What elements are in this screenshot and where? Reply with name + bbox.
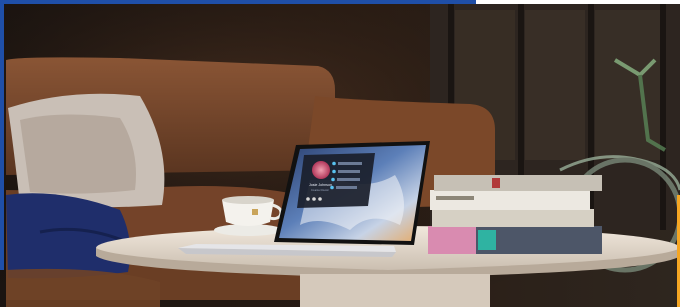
book-stack [428, 175, 602, 254]
profile-panel: Josie Johnson Creative Director [297, 153, 375, 208]
hero-photo: Josie Johnson Creative Director [0, 0, 680, 307]
profile-avatar [312, 161, 330, 179]
left-accent-bar [0, 0, 4, 270]
top-accent-bar [0, 0, 680, 4]
scene-illustration: Josie Johnson Creative Director [0, 0, 680, 307]
book-beige [432, 209, 594, 227]
profile-name: Josie Johnson [309, 183, 332, 187]
profile-subtitle: Creative Director [311, 189, 329, 192]
book-top [434, 175, 602, 191]
